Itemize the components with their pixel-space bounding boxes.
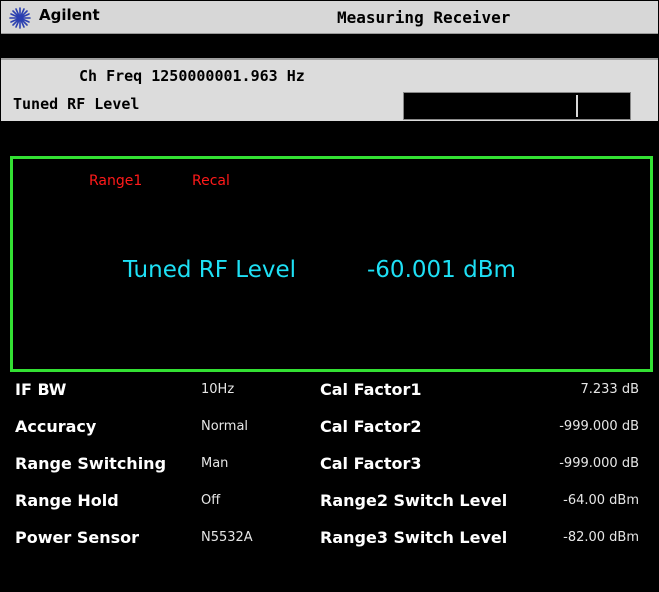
- settings-row: Range Hold Off Range2 Switch Level -64.0…: [1, 483, 658, 519]
- info-panel: Ch Freq 1250000001.963 Hz Tuned RF Level: [1, 58, 658, 122]
- settings-row: IF BW 10Hz Cal Factor1 7.233 dB: [1, 372, 658, 408]
- agilent-spark-icon: [9, 7, 31, 29]
- setting-label: Cal Factor3: [320, 454, 422, 473]
- meter-divider: [576, 95, 578, 117]
- setting-value: Normal: [201, 419, 249, 434]
- measurement-value: -60.001 dBm: [367, 257, 516, 283]
- range-flag: Range1: [89, 173, 143, 189]
- setting-value: -999.000 dB: [559, 456, 639, 471]
- recal-flag: Recal: [192, 173, 230, 189]
- setting-label: Cal Factor1: [320, 380, 422, 399]
- instrument-screen: Agilent Measuring Receiver Ch Freq 12500…: [0, 0, 659, 592]
- setting-value: -82.00 dBm: [563, 530, 639, 545]
- settings-row: Accuracy Normal Cal Factor2 -999.000 dB: [1, 409, 658, 445]
- tuned-rf-level-label: Tuned RF Level: [13, 95, 140, 113]
- setting-value: -999.000 dB: [559, 419, 639, 434]
- setting-label: Range2 Switch Level: [320, 491, 508, 510]
- setting-value: 10Hz: [201, 382, 235, 397]
- measurement-panel: Range1 Recal Tuned RF Level -60.001 dBm: [10, 156, 653, 372]
- brand-name: Agilent: [39, 6, 100, 24]
- settings-row: Power Sensor N5532A Range3 Switch Level …: [1, 520, 658, 556]
- measurement-label: Tuned RF Level: [123, 257, 297, 283]
- settings-table: IF BW 10Hz Cal Factor1 7.233 dB Accuracy…: [1, 372, 658, 588]
- app-title: Measuring Receiver: [337, 8, 511, 27]
- setting-value: Man: [201, 456, 229, 471]
- setting-value: N5532A: [201, 530, 253, 545]
- setting-value: -64.00 dBm: [563, 493, 639, 508]
- channel-frequency: Ch Freq 1250000001.963 Hz: [79, 67, 305, 85]
- setting-label: Range Switching: [15, 454, 167, 473]
- setting-label: Cal Factor2: [320, 417, 422, 436]
- setting-value: Off: [201, 493, 221, 508]
- setting-label: Power Sensor: [15, 528, 139, 547]
- setting-label: Range3 Switch Level: [320, 528, 508, 547]
- setting-label: Range Hold: [15, 491, 119, 510]
- level-meter-bar: [403, 92, 631, 120]
- message-bar: [1, 121, 658, 155]
- setting-value: 7.233 dB: [580, 382, 639, 397]
- settings-row: Range Switching Man Cal Factor3 -999.000…: [1, 446, 658, 482]
- setting-label: Accuracy: [15, 417, 97, 436]
- setting-label: IF BW: [15, 380, 67, 399]
- title-bar: Agilent Measuring Receiver: [1, 1, 658, 34]
- status-bar: [1, 34, 658, 58]
